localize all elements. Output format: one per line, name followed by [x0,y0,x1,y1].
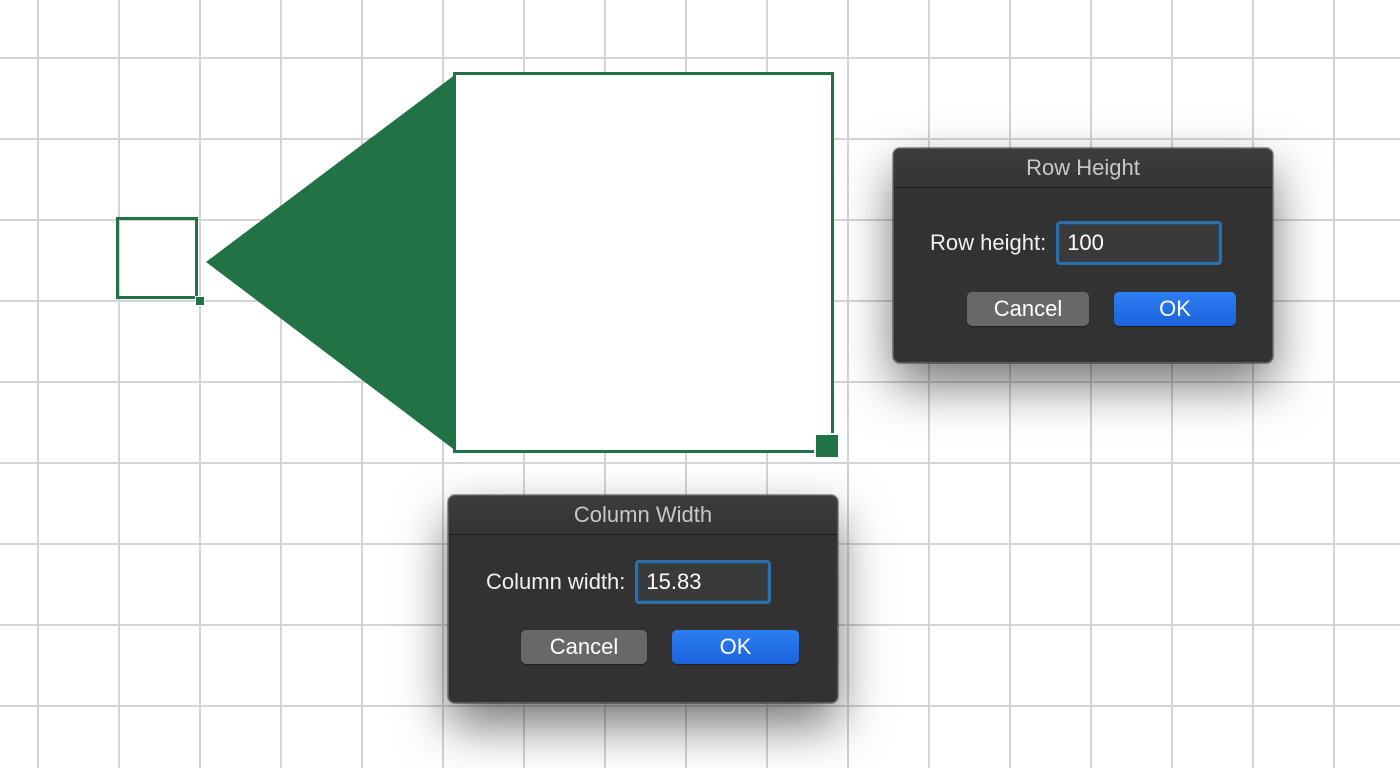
enlarged-fill-handle [814,433,840,459]
enlarged-cell [453,72,834,453]
column-width-label: Column width: [486,569,626,594]
column-width-dialog: Column Width Column width: Cancel OK [448,495,838,703]
column-width-input[interactable] [635,560,772,604]
row-height-label: Row height: [930,230,1047,255]
cancel-button[interactable]: Cancel [967,292,1089,326]
ok-button[interactable]: OK [1114,292,1236,326]
row-height-dialog: Row Height Row height: Cancel OK [893,148,1273,363]
ok-button[interactable]: OK [672,630,799,664]
column-width-field-row: Column width: [486,560,772,604]
cancel-button[interactable]: Cancel [521,630,647,664]
fill-handle[interactable] [195,296,205,306]
row-height-input[interactable] [1056,221,1223,265]
dialog-title: Column Width [449,496,837,535]
dialog-title: Row Height [894,149,1272,188]
selected-cell[interactable] [116,217,198,299]
row-height-field-row: Row height: [930,221,1223,265]
